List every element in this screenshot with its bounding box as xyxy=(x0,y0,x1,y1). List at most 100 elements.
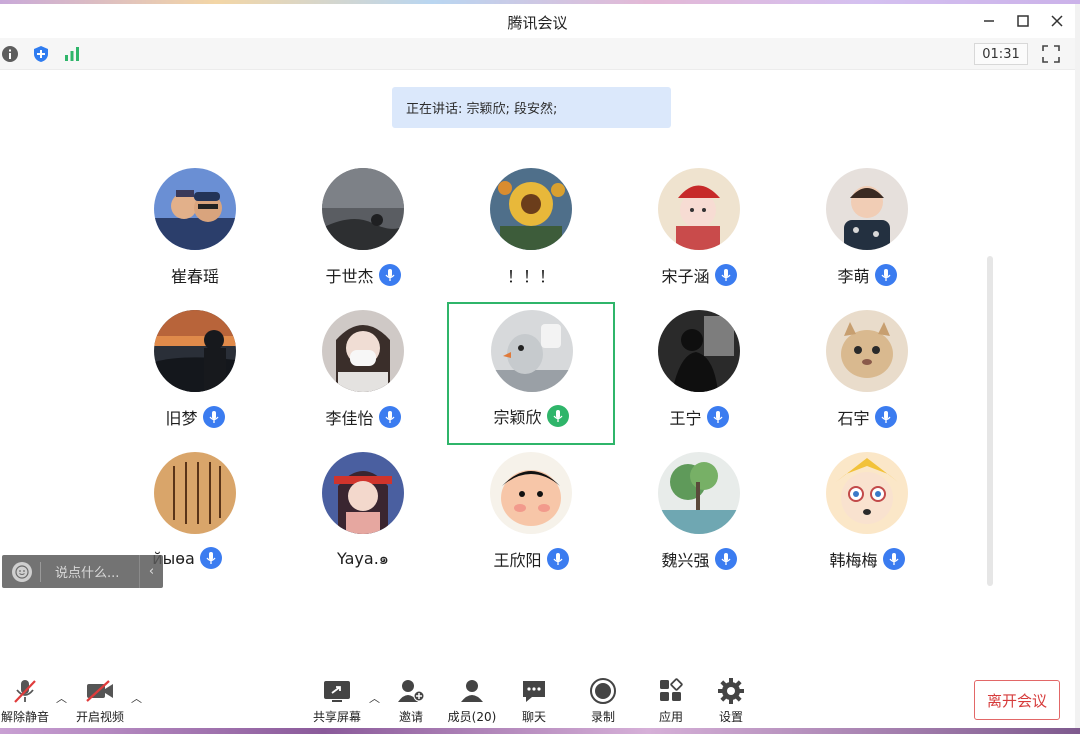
microphone-muted-icon xyxy=(9,676,41,706)
participant-name: 王宁 xyxy=(669,409,702,428)
settings-label: 设置 xyxy=(718,710,743,724)
avatar xyxy=(491,310,573,392)
settings-button[interactable]: 设置 xyxy=(715,676,747,725)
participant-name-row: 王宁 xyxy=(617,405,781,429)
participant-name-row: 李佳怡 xyxy=(281,405,445,429)
participant-name: ！！！ xyxy=(506,267,555,286)
microphone-icon xyxy=(384,411,395,423)
participant-name: 宗颖欣 xyxy=(493,408,542,427)
meeting-info-button[interactable] xyxy=(0,44,20,64)
security-button[interactable] xyxy=(31,44,51,64)
microphone-status xyxy=(546,548,569,570)
avatar xyxy=(658,452,740,534)
fullscreen-button[interactable] xyxy=(1041,44,1061,64)
chat-quick-input[interactable]: 说点什么... ‹ xyxy=(2,555,163,588)
meeting-timer: 01:31 xyxy=(974,43,1028,65)
chevron-left-icon: ‹ xyxy=(148,564,155,579)
microphone-talking-status xyxy=(546,405,569,427)
participant-name-row: 宗颖欣 xyxy=(449,404,613,428)
avatar xyxy=(154,452,236,534)
microphone-status xyxy=(378,406,401,428)
microphone-status xyxy=(202,406,225,428)
participant-tile[interactable]: 崔春瑶 xyxy=(113,168,277,308)
participant-name-row: 石宇 xyxy=(785,405,949,429)
record-button[interactable]: 录制 xyxy=(587,676,619,725)
participant-name-row: ！！！ xyxy=(449,263,613,287)
network-status-button[interactable] xyxy=(62,44,82,64)
share-screen-button[interactable]: 共享屏幕 xyxy=(312,676,362,725)
participant-tile[interactable]: 于世杰 xyxy=(281,168,445,308)
avatar xyxy=(154,168,236,250)
participant-name: 于世杰 xyxy=(325,267,374,286)
record-label: 录制 xyxy=(590,710,615,724)
participant-tile[interactable]: ！！！ xyxy=(449,168,613,308)
chat-bubble-icon xyxy=(518,676,550,706)
members-label: 成员(20) xyxy=(447,710,497,724)
participant-name: 石宇 xyxy=(837,409,870,428)
record-icon xyxy=(587,676,619,706)
maximize-icon xyxy=(1017,15,1029,27)
avatar xyxy=(826,452,908,534)
start-video-label: 开启视频 xyxy=(75,710,124,724)
minimize-button[interactable] xyxy=(974,10,1004,32)
microphone-icon xyxy=(384,269,395,281)
participant-name-row: 宋子涵 xyxy=(617,263,781,287)
invite-button[interactable]: 邀请 xyxy=(395,676,427,725)
participant-tile[interactable]: 魏兴强 xyxy=(617,452,781,592)
participant-name-row: 韩梅梅 xyxy=(785,547,949,571)
participant-tile[interactable]: 王欣阳 xyxy=(449,452,613,592)
participant-name-row: 魏兴强 xyxy=(617,547,781,571)
invite-label: 邀请 xyxy=(398,710,423,724)
participant-name: 崔春瑶 xyxy=(170,267,219,286)
chat-input-placeholder[interactable]: 说点什么... xyxy=(55,562,139,581)
microphone-status xyxy=(706,406,729,428)
start-video-button[interactable]: 开启视频 xyxy=(74,676,126,725)
participant-tile[interactable]: Yaya.๑ xyxy=(281,452,445,592)
microphone-status xyxy=(714,548,737,570)
emoji-icon[interactable] xyxy=(12,561,32,582)
participant-name-row: 旧梦 xyxy=(113,405,277,429)
apps-label: 应用 xyxy=(658,710,683,724)
microphone-icon xyxy=(880,411,891,423)
participant-tile[interactable]: 李佳怡 xyxy=(281,310,445,450)
unmute-button[interactable]: 解除静音 xyxy=(0,676,50,725)
participant-tile[interactable]: 李萌 xyxy=(785,168,949,308)
microphone-status xyxy=(874,406,897,428)
collapse-chat-button[interactable]: ‹ xyxy=(139,555,163,588)
maximize-button[interactable] xyxy=(1008,10,1038,32)
participant-tile[interactable]: 宋子涵 xyxy=(617,168,781,308)
meeting-window: 腾讯会议 01:31 正在讲话: 宗颖欣; 段安然; 崔春瑶 于世杰 ！！！ 宋… xyxy=(0,4,1075,728)
microphone-status xyxy=(714,264,737,286)
participant-tile[interactable]: 旧梦 xyxy=(113,310,277,450)
shield-icon xyxy=(34,46,48,62)
video-options-chevron-icon[interactable]: ︿ xyxy=(131,690,142,706)
microphone-icon xyxy=(552,553,563,565)
avatar xyxy=(826,168,908,250)
close-button[interactable] xyxy=(1042,10,1072,32)
chat-button[interactable]: 聊天 xyxy=(518,676,550,725)
share-screen-label: 共享屏幕 xyxy=(312,710,361,724)
avatar xyxy=(322,452,404,534)
leave-meeting-button[interactable]: 离开会议 xyxy=(974,680,1060,720)
speaking-indicator: 正在讲话: 宗颖欣; 段安然; xyxy=(392,87,671,128)
microphone-status xyxy=(882,548,905,570)
avatar xyxy=(658,168,740,250)
members-button[interactable]: 成员(20) xyxy=(446,676,498,725)
info-toolbar: 01:31 xyxy=(0,38,1075,70)
participant-tile[interactable]: 韩梅梅 xyxy=(785,452,949,592)
minimize-icon xyxy=(984,20,994,22)
share-options-chevron-icon[interactable]: ︿ xyxy=(369,690,380,706)
add-person-icon xyxy=(395,676,427,706)
apps-button[interactable]: 应用 xyxy=(655,676,687,725)
participant-name-row: 王欣阳 xyxy=(449,547,613,571)
window-title: 腾讯会议 xyxy=(507,14,568,32)
participant-tile[interactable]: 石宇 xyxy=(785,310,949,450)
gallery-scrollbar[interactable] xyxy=(987,256,993,586)
participant-tile[interactable]: 王宁 xyxy=(617,310,781,450)
participant-name-row: 崔春瑶 xyxy=(113,263,277,287)
desktop-background-bottom xyxy=(0,728,1080,734)
avatar xyxy=(154,310,236,392)
audio-options-chevron-icon[interactable]: ︿ xyxy=(56,690,67,706)
participant-tile-active-speaker[interactable]: 宗颖欣 xyxy=(447,302,615,445)
microphone-icon xyxy=(880,269,891,281)
